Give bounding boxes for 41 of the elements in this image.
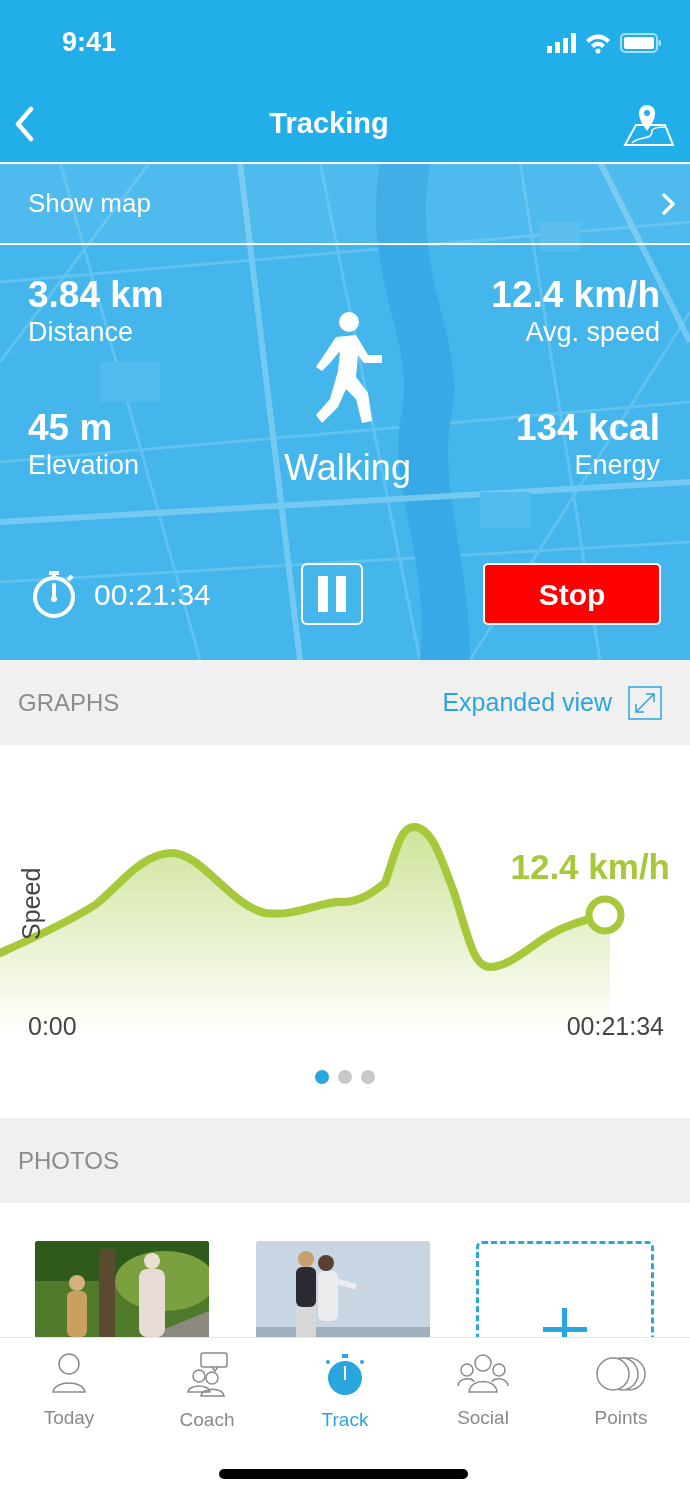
stat-value: 3.84 km [28,275,164,316]
pause-icon [317,576,346,612]
expand-icon[interactable] [628,685,662,720]
stat-value: 45 m [28,408,114,449]
status-time: 9:41 [62,26,117,60]
signal-icon [547,32,576,53]
coach-icon [185,1352,229,1398]
tab[interactable]: Points [552,1338,690,1435]
stat-value: 12.4 km/h [491,275,660,316]
stat-label: Distance [28,315,135,349]
chevron-right-icon [661,191,676,216]
tab[interactable]: Social [414,1338,552,1435]
stat-label: Avg. speed [525,315,660,349]
tab[interactable]: Coach [138,1338,276,1435]
current-speed: 12.4 km/h [510,846,670,888]
section-title: GRAPHS [18,687,120,718]
back-button[interactable] [14,105,36,142]
activity-label: Walking [284,446,411,490]
show-map-link[interactable]: Show map [0,162,690,245]
stat-label: Energy [574,448,660,482]
stopwatch-icon [30,569,78,619]
stopwatch-icon [323,1352,367,1398]
start-time-label: 0:00 [28,1011,77,1042]
page-dot[interactable] [338,1070,352,1084]
screen-title: Tracking [269,105,389,141]
end-time-label: 00:21:34 [566,1011,664,1042]
expanded-view-link[interactable]: Expanded view [442,683,612,722]
group-icon [457,1352,509,1396]
tab[interactable]: Track [276,1338,414,1435]
page-dot[interactable] [315,1070,329,1084]
elapsed-time: 00:21:34 [94,576,211,613]
battery-icon [620,32,662,53]
stop-button[interactable]: Stop [483,563,661,625]
stat-label: Elevation [28,448,141,482]
stat-value: 134 kcal [515,408,660,449]
page-dot[interactable] [361,1070,375,1084]
axis-label: Speed [16,867,47,940]
pause-button[interactable] [300,563,363,625]
tab[interactable]: Today [0,1338,138,1435]
section-title: PHOTOS [18,1145,119,1176]
back-icon [14,105,36,142]
